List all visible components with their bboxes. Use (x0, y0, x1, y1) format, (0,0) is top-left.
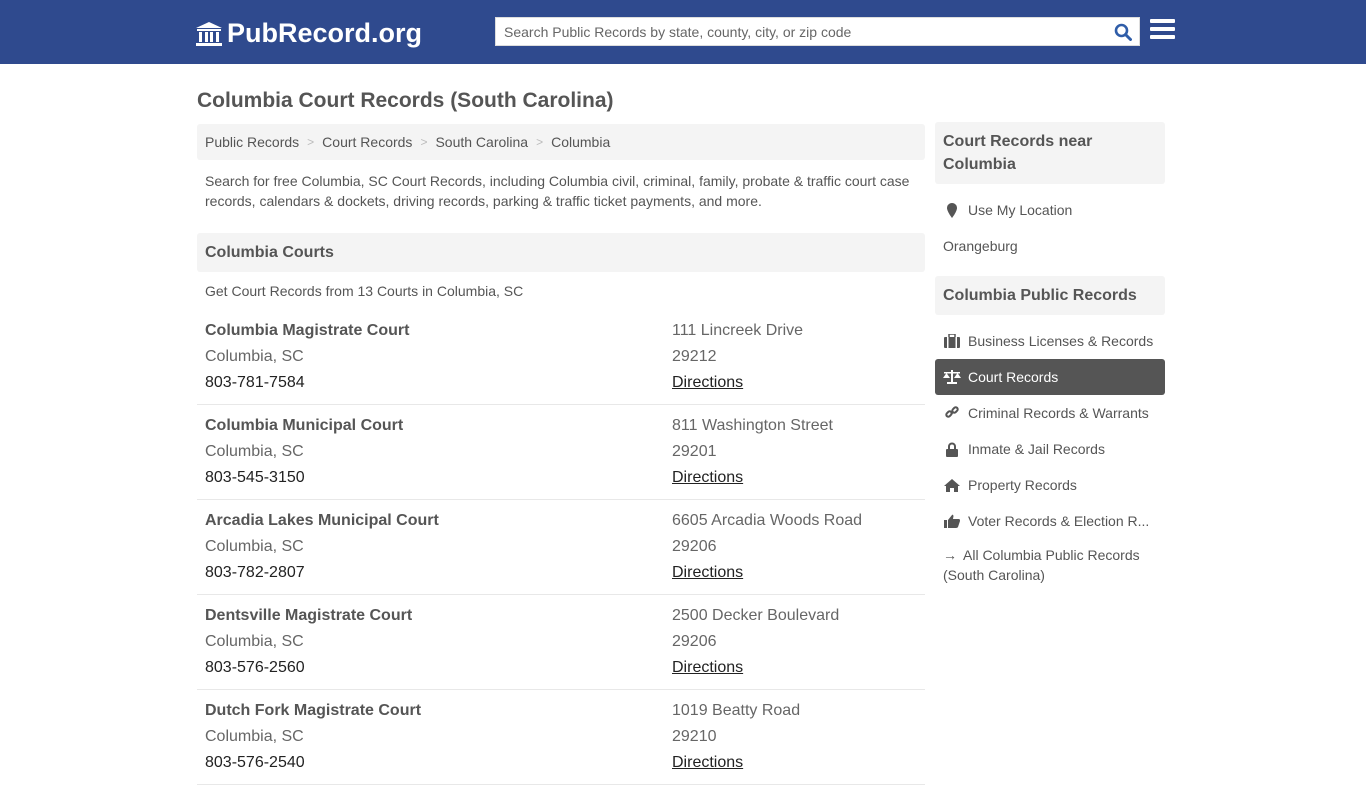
court-phone[interactable]: 803-545-3150 (205, 465, 672, 491)
courts-list: Columbia Magistrate Court Columbia, SC 8… (197, 310, 925, 785)
court-phone[interactable]: 803-782-2807 (205, 560, 672, 586)
court-phone[interactable]: 803-781-7584 (205, 370, 672, 396)
page-title: Columbia Court Records (South Carolina) (197, 89, 614, 112)
breadcrumb-court-records[interactable]: Court Records (322, 134, 412, 150)
arrow-right-icon: → (943, 547, 957, 563)
court-zip: 29210 (672, 728, 717, 745)
court-city: Columbia, SC (205, 348, 304, 365)
breadcrumb-separator: > (307, 135, 315, 149)
lock-icon (943, 442, 961, 457)
court-row: Columbia Magistrate Court Columbia, SC 8… (197, 310, 925, 405)
court-name[interactable]: Columbia Magistrate Court (205, 318, 672, 344)
court-zip: 29201 (672, 443, 717, 460)
court-address: 1019 Beatty Road (672, 702, 801, 719)
directions-link[interactable]: Directions (672, 659, 743, 676)
scale-icon (943, 370, 961, 384)
court-row: Dutch Fork Magistrate Court Columbia, SC… (197, 690, 925, 785)
sidebar-item-label: Inmate & Jail Records (968, 441, 1105, 457)
all-public-records-label: All Columbia Public Records (South Carol… (943, 547, 1140, 583)
sidebar-item-criminal-records-warrants[interactable]: Criminal Records & Warrants (935, 395, 1165, 431)
court-name[interactable]: Arcadia Lakes Municipal Court (205, 508, 672, 534)
court-name[interactable]: Dentsville Magistrate Court (205, 603, 672, 629)
court-phone[interactable]: 803-576-2560 (205, 655, 672, 681)
court-address: 111 Lincreek Drive (672, 322, 804, 339)
courts-count: Get Court Records from 13 Courts in Colu… (205, 283, 524, 299)
directions-link[interactable]: Directions (672, 754, 743, 771)
breadcrumb-public-records[interactable]: Public Records (205, 134, 299, 150)
court-zip: 29206 (672, 538, 717, 555)
directions-link[interactable]: Directions (672, 469, 743, 486)
directions-link[interactable]: Directions (672, 374, 743, 391)
search-bar (495, 17, 1140, 46)
nearby-orangeburg-link[interactable]: Orangeburg (935, 228, 1165, 264)
court-address: 6605 Arcadia Woods Road (672, 512, 863, 529)
court-zip: 29206 (672, 633, 717, 650)
search-icon (1114, 23, 1132, 41)
sidebar-item-label: Business Licenses & Records (968, 333, 1154, 349)
use-my-location-link[interactable]: Use My Location (935, 192, 1165, 228)
breadcrumb-south-carolina[interactable]: South Carolina (435, 134, 528, 150)
breadcrumb-separator: > (536, 135, 544, 149)
court-phone[interactable]: 803-576-2540 (205, 750, 672, 776)
court-city: Columbia, SC (205, 443, 304, 460)
breadcrumb-columbia[interactable]: Columbia (551, 134, 610, 150)
sidebar-item-label: Property Records (968, 477, 1077, 493)
hamburger-menu-icon[interactable] (1150, 19, 1175, 43)
link-icon (943, 406, 961, 420)
courthouse-icon (196, 21, 222, 46)
all-public-records-link[interactable]: → All Columbia Public Records (South Caro… (935, 539, 1165, 585)
sidebar-item-voter-records-election-r[interactable]: Voter Records & Election R... (935, 503, 1165, 539)
logo-text: PubRecord.org (227, 18, 423, 48)
sidebar-item-label: Voter Records & Election R... (968, 513, 1150, 529)
court-city: Columbia, SC (205, 728, 304, 745)
sidebar: Court Records near Columbia Use My Locat… (935, 122, 1165, 585)
court-address: 811 Washington Street (672, 417, 833, 434)
courts-section-title: Columbia Courts (197, 233, 925, 272)
court-address: 2500 Decker Boulevard (672, 607, 840, 624)
directions-link[interactable]: Directions (672, 564, 743, 581)
court-row: Arcadia Lakes Municipal Court Columbia, … (197, 500, 925, 595)
court-row: Dentsville Magistrate Court Columbia, SC… (197, 595, 925, 690)
site-logo[interactable]: PubRecord.org (195, 18, 422, 49)
breadcrumb-separator: > (420, 135, 428, 149)
court-row: Columbia Municipal Court Columbia, SC 80… (197, 405, 925, 500)
court-name[interactable]: Dutch Fork Magistrate Court (205, 698, 672, 724)
sidebar-item-property-records[interactable]: Property Records (935, 467, 1165, 503)
search-input[interactable] (496, 18, 1107, 45)
court-name[interactable]: Columbia Municipal Court (205, 413, 672, 439)
thumbs-up-icon (943, 514, 961, 528)
sidebar-item-inmate-jail-records[interactable]: Inmate & Jail Records (935, 431, 1165, 467)
breadcrumb: Public Records > Court Records > South Car… (197, 124, 925, 160)
sidebar-item-label: Court Records (968, 369, 1059, 385)
court-city: Columbia, SC (205, 538, 304, 555)
nearby-title: Court Records near Columbia (935, 122, 1165, 184)
court-city: Columbia, SC (205, 633, 304, 650)
search-button[interactable] (1107, 18, 1139, 45)
sidebar-item-label: Criminal Records & Warrants (968, 405, 1149, 421)
public-records-title: Columbia Public Records (935, 276, 1165, 315)
map-marker-icon (947, 202, 957, 218)
top-navbar: PubRecord.org (0, 0, 1366, 64)
home-icon (943, 478, 961, 492)
sidebar-item-court-records[interactable]: Court Records (935, 359, 1165, 395)
briefcase-icon (943, 334, 961, 348)
intro-text: Search for free Columbia, SC Court Recor… (205, 173, 910, 209)
use-my-location-label: Use My Location (968, 202, 1073, 218)
main-content: Public Records > Court Records > South Car… (197, 124, 925, 785)
court-zip: 29212 (672, 348, 717, 365)
sidebar-item-business-licenses-records[interactable]: Business Licenses & Records (935, 323, 1165, 359)
